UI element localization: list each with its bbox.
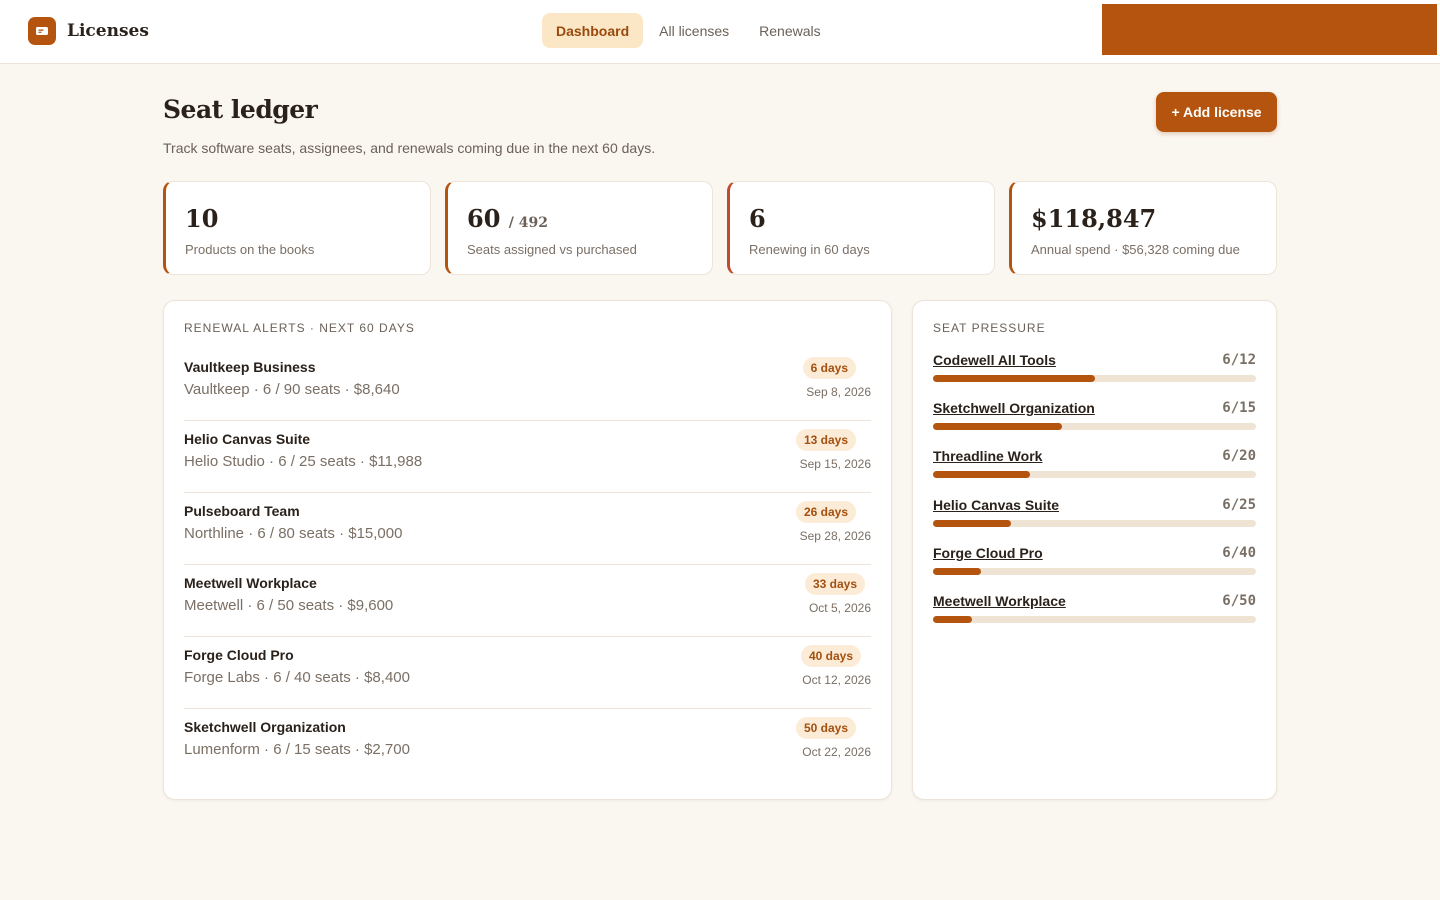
stat-label: Annual spend · $56,328 coming due xyxy=(1031,242,1240,257)
seat-row: Helio Canvas Suite 6/25 xyxy=(933,497,1256,537)
seat-progress-track xyxy=(933,568,1256,575)
renewal-row[interactable]: Forge Cloud Pro Forge Labs · 6 / 40 seat… xyxy=(184,637,871,709)
seat-count: 6/20 xyxy=(1222,448,1256,464)
renewal-product: Meetwell Workplace xyxy=(184,575,317,591)
seat-progress-fill xyxy=(933,423,1063,430)
stat-card-products: 10 Products on the books xyxy=(163,181,431,275)
main-nav: Dashboard All licenses Renewals xyxy=(542,13,837,48)
page-subtitle: Track software seats, assignees, and ren… xyxy=(163,140,656,156)
stat-label: Products on the books xyxy=(185,242,315,257)
panel-title: RENEWAL ALERTS · NEXT 60 DAYS xyxy=(184,321,415,335)
renewal-row[interactable]: Sketchwell Organization Lumenform · 6 / … xyxy=(184,709,871,781)
seat-row: Codewell All Tools 6/12 xyxy=(933,352,1256,392)
seat-row: Sketchwell Organization 6/15 xyxy=(933,400,1256,440)
stat-label: Seats assigned vs purchased xyxy=(467,242,637,257)
seat-count: 6/50 xyxy=(1222,593,1256,609)
seat-count: 6/40 xyxy=(1222,545,1256,561)
app-name: Licenses xyxy=(67,21,149,41)
seat-product-link[interactable]: Sketchwell Organization xyxy=(933,400,1095,416)
renewal-date: Sep 15, 2026 xyxy=(799,457,871,471)
seat-count: 6/12 xyxy=(1222,352,1256,368)
header-banner xyxy=(1102,4,1437,55)
nav-all-licenses[interactable]: All licenses xyxy=(645,13,743,48)
stat-value: 10 xyxy=(185,204,219,233)
renewal-alerts-panel: RENEWAL ALERTS · NEXT 60 DAYS Vaultkeep … xyxy=(163,300,892,800)
days-badge: 33 days xyxy=(804,573,865,595)
days-badge: 6 days xyxy=(802,357,856,379)
renewal-date: Sep 28, 2026 xyxy=(799,529,871,543)
stat-card-seats: 60 / 492 Seats assigned vs purchased xyxy=(445,181,713,275)
renewal-product: Forge Cloud Pro xyxy=(184,647,294,663)
renewal-date: Oct 5, 2026 xyxy=(808,601,871,615)
renewal-date: Oct 12, 2026 xyxy=(802,673,871,687)
renewal-meta: Vaultkeep · 6 / 90 seats · $8,640 xyxy=(184,381,400,398)
renewal-product: Vaultkeep Business xyxy=(184,359,316,375)
seat-progress-track xyxy=(933,375,1256,382)
stat-value: $118,847 xyxy=(1031,204,1157,233)
renewal-meta: Forge Labs · 6 / 40 seats · $8,400 xyxy=(184,669,410,686)
nav-renewals[interactable]: Renewals xyxy=(745,13,834,48)
renewal-row[interactable]: Pulseboard Team Northline · 6 / 80 seats… xyxy=(184,493,871,565)
stat-card-spend: $118,847 Annual spend · $56,328 coming d… xyxy=(1009,181,1277,275)
renewal-row[interactable]: Helio Canvas Suite Helio Studio · 6 / 25… xyxy=(184,421,871,493)
seat-product-link[interactable]: Meetwell Workplace xyxy=(933,593,1066,609)
nav-dashboard[interactable]: Dashboard xyxy=(542,13,644,48)
days-badge: 50 days xyxy=(795,717,856,739)
renewal-meta: Meetwell · 6 / 50 seats · $9,600 xyxy=(184,597,394,614)
stat-card-renewing: 6 Renewing in 60 days xyxy=(727,181,995,275)
stat-value-suffix: / 492 xyxy=(508,215,548,231)
days-badge: 40 days xyxy=(800,645,861,667)
renewal-meta: Northline · 6 / 80 seats · $15,000 xyxy=(184,525,403,542)
seat-progress-track xyxy=(933,423,1256,430)
renewal-product: Pulseboard Team xyxy=(184,503,300,519)
seat-product-link[interactable]: Forge Cloud Pro xyxy=(933,545,1043,561)
stat-label: Renewing in 60 days xyxy=(749,242,870,257)
seat-count: 6/25 xyxy=(1222,497,1256,513)
seat-progress-fill xyxy=(933,568,982,575)
page-title: Seat ledger xyxy=(163,95,318,124)
renewal-row[interactable]: Vaultkeep Business Vaultkeep · 6 / 90 se… xyxy=(184,349,871,421)
top-bar: Licenses Dashboard All licenses Renewals xyxy=(0,0,1440,64)
seat-progress-fill xyxy=(933,375,1095,382)
seat-progress-track xyxy=(933,520,1256,527)
days-badge: 13 days xyxy=(795,429,856,451)
seat-progress-fill xyxy=(933,616,972,623)
seat-product-link[interactable]: Threadline Work xyxy=(933,448,1042,464)
stat-value: 6 xyxy=(749,204,766,233)
add-license-button[interactable]: + Add license xyxy=(1156,92,1277,132)
renewal-date: Oct 22, 2026 xyxy=(802,745,871,759)
renewal-row[interactable]: Meetwell Workplace Meetwell · 6 / 50 sea… xyxy=(184,565,871,637)
seat-row: Forge Cloud Pro 6/40 xyxy=(933,545,1256,585)
stat-value: 60 / 492 xyxy=(467,204,548,233)
seat-pressure-panel: SEAT PRESSURE Codewell All Tools 6/12 Sk… xyxy=(912,300,1277,800)
renewal-date: Sep 8, 2026 xyxy=(806,385,871,399)
seat-row: Meetwell Workplace 6/50 xyxy=(933,593,1256,633)
days-badge: 26 days xyxy=(795,501,856,523)
seat-product-link[interactable]: Codewell All Tools xyxy=(933,352,1056,368)
renewal-meta: Helio Studio · 6 / 25 seats · $11,988 xyxy=(184,453,423,470)
seat-row: Threadline Work 6/20 xyxy=(933,448,1256,488)
renewal-meta: Lumenform · 6 / 15 seats · $2,700 xyxy=(184,741,410,758)
renewal-product: Helio Canvas Suite xyxy=(184,431,311,447)
panel-title: SEAT PRESSURE xyxy=(933,321,1046,335)
seat-progress-track xyxy=(933,616,1256,623)
brand[interactable]: Licenses xyxy=(28,17,149,45)
seat-progress-track xyxy=(933,471,1256,478)
seat-progress-fill xyxy=(933,520,1011,527)
renewal-product: Sketchwell Organization xyxy=(184,719,346,735)
seat-progress-fill xyxy=(933,471,1030,478)
seat-count: 6/15 xyxy=(1222,400,1256,416)
seat-product-link[interactable]: Helio Canvas Suite xyxy=(933,497,1059,513)
ticket-icon xyxy=(28,17,56,45)
